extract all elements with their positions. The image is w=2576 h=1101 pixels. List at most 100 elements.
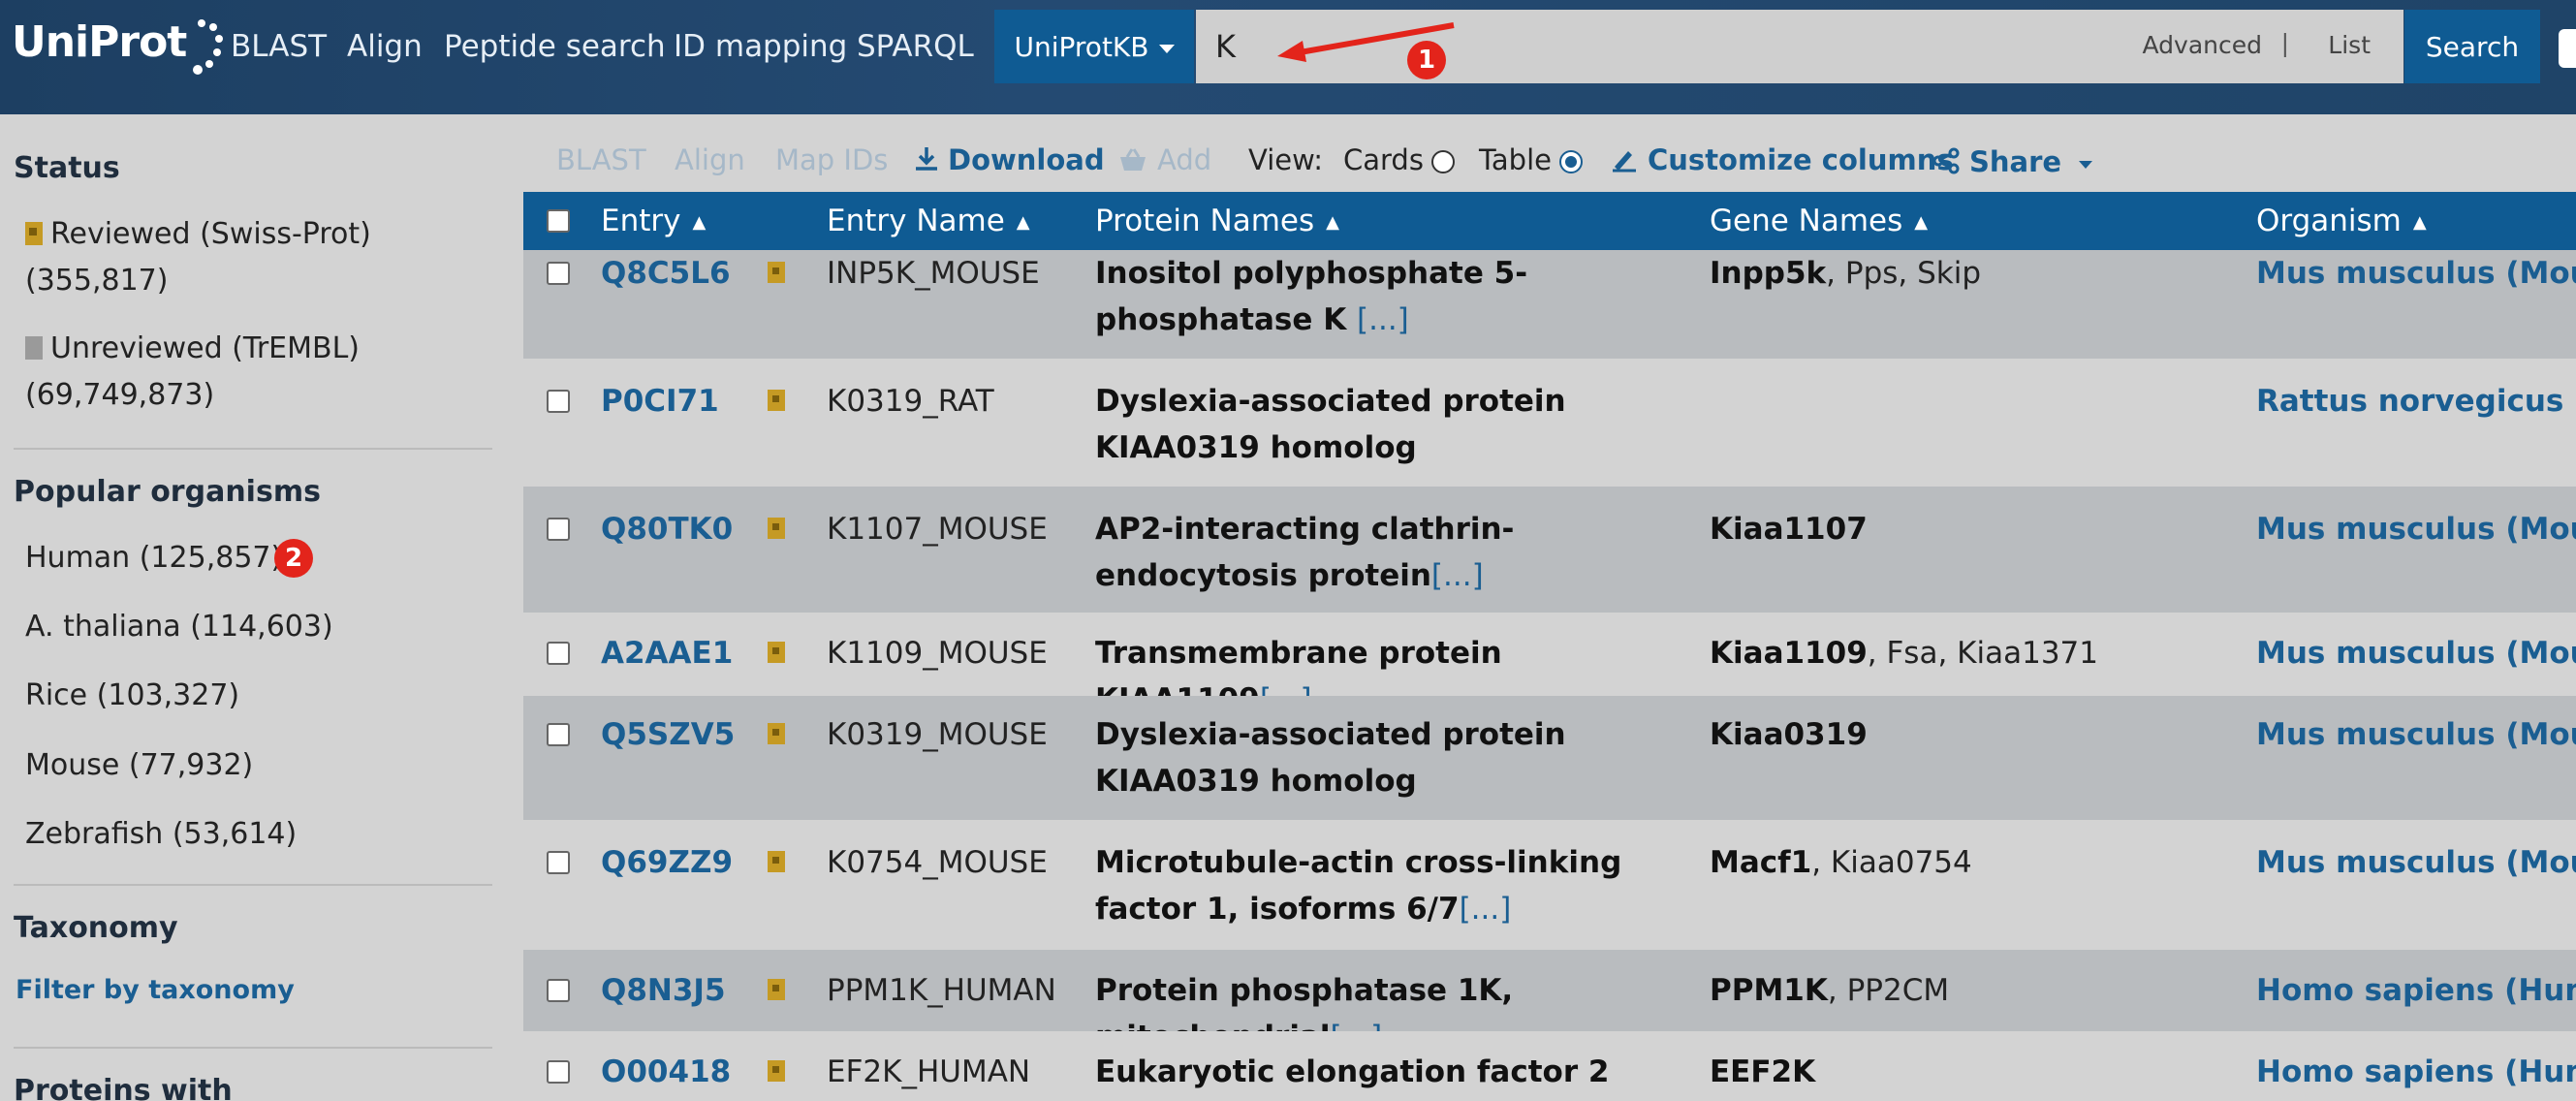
more-link[interactable]: [...]: [1431, 558, 1484, 593]
row-checkbox[interactable]: [547, 979, 570, 1002]
entry-accession[interactable]: Q8N3J5: [601, 967, 726, 1014]
organism-athaliana[interactable]: A. thaliana (114,603): [25, 604, 333, 650]
advanced-search-link[interactable]: Advanced: [2143, 31, 2263, 59]
toolbar-align-button[interactable]: Align: [675, 143, 745, 176]
organism-link[interactable]: Mus musculus (Mouse): [2256, 711, 2576, 758]
row-checkbox[interactable]: [547, 642, 570, 665]
entry-name: K1107_MOUSE: [827, 512, 1048, 547]
table-row[interactable]: Q69ZZ9 K0754_MOUSE Microtubule-actin cro…: [523, 820, 2576, 950]
organism-link[interactable]: Mus musculus (Mouse): [2256, 506, 2576, 552]
row-checkbox[interactable]: [547, 262, 570, 285]
table-row[interactable]: Q5SZV5 K0319_MOUSE Dyslexia-associated p…: [523, 696, 2576, 820]
share-button[interactable]: Share: [1932, 145, 2093, 178]
entry-name: K1109_MOUSE: [827, 636, 1048, 671]
column-organism[interactable]: Organism ▲: [2256, 204, 2427, 238]
sidebar-divider: [14, 448, 492, 450]
organism-link[interactable]: Mus musculus (Mouse): [2256, 250, 2576, 297]
download-label: Download: [948, 143, 1105, 176]
entry-accession[interactable]: O00418: [601, 1049, 731, 1095]
organism-link[interactable]: Homo sapiens (Human): [2256, 1049, 2576, 1095]
entry-name: K0319_RAT: [827, 384, 994, 419]
filter-unreviewed[interactable]: Unreviewed (TrEMBL): [25, 326, 490, 372]
entry-name: K0319_MOUSE: [827, 717, 1048, 752]
add-label: Add: [1157, 143, 1212, 176]
reviewed-icon: [768, 262, 785, 283]
row-checkbox[interactable]: [547, 518, 570, 541]
row-checkbox[interactable]: [547, 390, 570, 413]
search-links-separator: |: [2280, 29, 2289, 57]
sort-icon: ▲: [1326, 212, 1339, 233]
proteins-with-heading: Proteins with: [14, 1074, 233, 1101]
search-button[interactable]: Search: [2404, 10, 2540, 83]
nav-peptide-search[interactable]: Peptide search: [444, 25, 666, 68]
add-button[interactable]: Add: [1118, 143, 1211, 176]
database-select[interactable]: UniProtKB: [994, 10, 1194, 83]
entry-accession[interactable]: P0CI71: [601, 378, 719, 425]
protein-name: AP2-interacting clathrin-endocytosis pro…: [1095, 512, 1515, 593]
select-all-checkbox[interactable]: [547, 209, 570, 233]
organism-link[interactable]: Mus musculus (Mouse): [2256, 839, 2576, 886]
entry-name: K0754_MOUSE: [827, 845, 1048, 880]
filters-sidebar: Status Reviewed (Swiss-Prot) (355,817) U…: [0, 114, 523, 1101]
entry-accession[interactable]: A2AAE1: [601, 630, 733, 676]
entry-accession[interactable]: Q69ZZ9: [601, 839, 733, 886]
protein-name: Eukaryotic elongation factor 2 kinase[..…: [1095, 1054, 1610, 1089]
row-checkbox[interactable]: [547, 723, 570, 746]
view-label: View:: [1248, 143, 1324, 176]
customize-columns-button[interactable]: Customize columns: [1611, 143, 1954, 176]
entry-accession[interactable]: Q5SZV5: [601, 711, 735, 758]
reviewed-icon: [768, 723, 785, 744]
row-checkbox[interactable]: [547, 1060, 570, 1084]
more-link[interactable]: [...]: [1357, 302, 1409, 337]
column-entry-name[interactable]: Entry Name ▲: [827, 204, 1030, 238]
table-radio[interactable]: [1559, 150, 1583, 173]
entry-accession[interactable]: Q80TK0: [601, 506, 733, 552]
reviewed-icon: [768, 518, 785, 539]
column-entry[interactable]: Entry ▲: [601, 204, 706, 238]
nav-sparql[interactable]: SPARQL: [857, 25, 974, 68]
list-search-link[interactable]: List: [2328, 31, 2371, 59]
uniprot-logo[interactable]: UniProt: [12, 14, 231, 91]
organism-link[interactable]: Mus musculus (Mouse): [2256, 630, 2576, 676]
database-select-label: UniProtKB: [1014, 30, 1149, 63]
filter-by-taxonomy-link[interactable]: Filter by taxonomy: [16, 975, 295, 1005]
entry-name: INP5K_MOUSE: [827, 256, 1040, 291]
organism-rice[interactable]: Rice (103,327): [25, 673, 239, 719]
nav-align[interactable]: Align: [347, 25, 423, 68]
share-icon: [1932, 147, 1960, 174]
organism-link[interactable]: Homo sapiens (Human): [2256, 967, 2576, 1014]
table-row[interactable]: Q8C5L6 INP5K_MOUSE Inositol polyphosphat…: [523, 250, 2576, 359]
sort-icon: ▲: [2412, 212, 2427, 233]
entry-accession[interactable]: Q8C5L6: [601, 250, 731, 297]
nav-id-mapping[interactable]: ID mapping: [674, 25, 847, 68]
unreviewed-label: Unreviewed (TrEMBL): [50, 331, 361, 365]
table-row[interactable]: A2AAE1 K1109_MOUSE Transmembrane protein…: [523, 613, 2576, 717]
pencil-icon: [1613, 151, 1636, 173]
nav-blast[interactable]: BLAST: [231, 25, 327, 68]
download-button[interactable]: Download: [913, 143, 1105, 176]
row-checkbox[interactable]: [547, 851, 570, 874]
organism-zebrafish[interactable]: Zebrafish (53,614): [25, 811, 297, 858]
gene-names: Inpp5k, Pps, Skip: [1710, 256, 1982, 291]
view-cards-option[interactable]: Cards: [1343, 143, 1455, 176]
more-link[interactable]: [...]: [1460, 892, 1512, 927]
table-row[interactable]: O00418 EF2K_HUMAN Eukaryotic elongation …: [523, 1031, 2576, 1101]
table-row[interactable]: Q8N3J5 PPM1K_HUMAN Protein phosphatase 1…: [523, 950, 2576, 1054]
organism-mouse[interactable]: Mouse (77,932): [25, 742, 253, 789]
protein-name: Microtubule-actin cross-linking factor 1…: [1095, 845, 1622, 927]
column-gene-names[interactable]: Gene Names ▲: [1710, 204, 1928, 238]
cards-radio[interactable]: [1430, 150, 1455, 173]
organism-link[interactable]: Rattus norvegicus (Rat): [2256, 378, 2576, 425]
toolbar-blast-button[interactable]: BLAST: [556, 143, 646, 176]
gene-names: Kiaa1109, Fsa, Kiaa1371: [1710, 636, 2098, 671]
organism-human[interactable]: Human (125,857): [25, 535, 282, 582]
table-row[interactable]: Q80TK0 K1107_MOUSE AP2-interacting clath…: [523, 487, 2576, 613]
toolbar-map-ids-button[interactable]: Map IDs: [775, 143, 888, 176]
view-table-option[interactable]: Table: [1479, 143, 1583, 176]
sidebar-divider: [14, 1047, 492, 1049]
table-label: Table: [1479, 143, 1552, 176]
unreviewed-count: (69,749,873): [25, 378, 215, 412]
column-protein-names[interactable]: Protein Names ▲: [1095, 204, 1339, 238]
filter-reviewed[interactable]: Reviewed (Swiss-Prot): [25, 211, 490, 258]
table-row[interactable]: P0CI71 K0319_RAT Dyslexia-associated pro…: [523, 359, 2576, 487]
